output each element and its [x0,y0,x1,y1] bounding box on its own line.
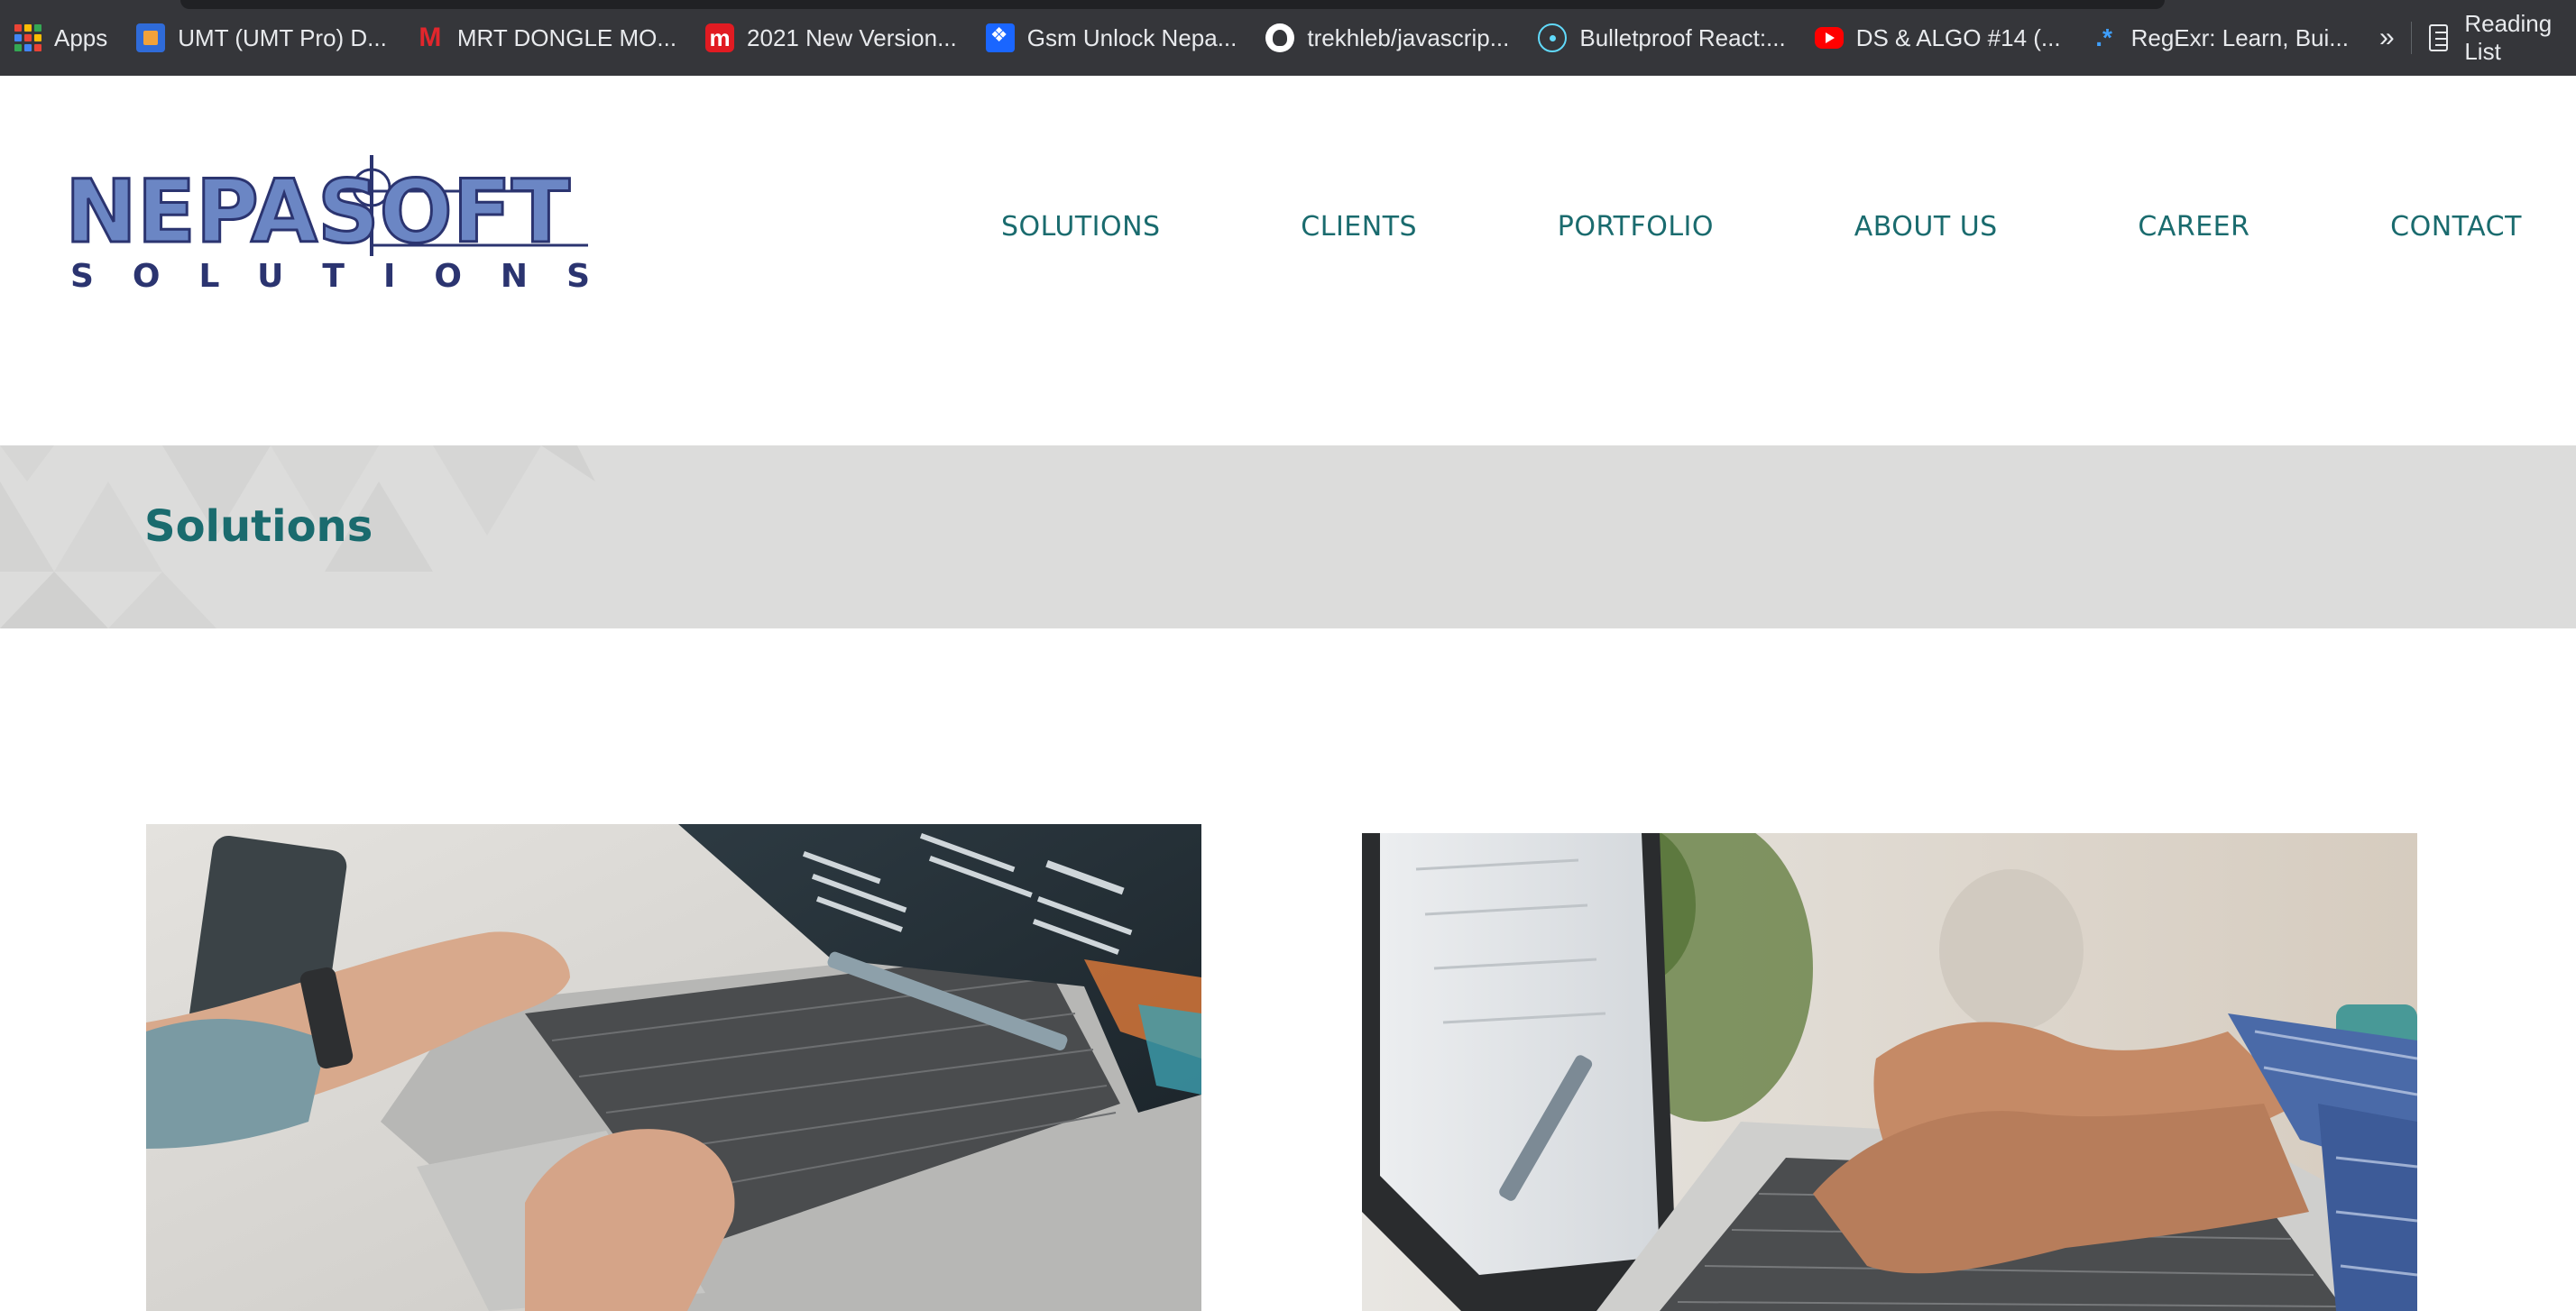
nav-solutions[interactable]: SOLUTIONS [1001,211,1161,243]
page-title: Solutions [144,501,373,552]
react-icon [1538,23,1568,52]
laptop-closeup-photo [1362,833,2417,1311]
site-header: NEPASOFT SOLUTIONS SOLUTIONS CLIENTS POR… [0,76,2576,445]
bookmark-label: Bulletproof React:... [1579,23,1786,51]
mrt-icon: M [419,23,442,52]
reading-list-label: Reading List [2464,10,2553,65]
bookmark-label: DS & ALGO #14 (... [1855,23,2061,51]
bookmark-label: MRT DONGLE MO... [456,23,677,51]
bookmark-label: RegExr: Learn, Bui... [2130,23,2349,51]
bookmark-mrt[interactable]: M MRT DONGLE MO... [401,0,691,76]
bookmark-label: Gsm Unlock Nepa... [1026,23,1237,51]
dropbox-icon [985,23,1015,52]
red-m-icon: m [705,23,735,52]
nav-contact[interactable]: CONTACT [2390,211,2522,243]
bookmark-label: trekhleb/javascrip... [1307,23,1510,51]
reading-list-icon [2429,24,2449,51]
nav-clients[interactable]: CLIENTS [1301,211,1417,243]
logo-wordmark: NEPASOFT [65,161,570,262]
bookmark-trekhleb[interactable]: trekhleb/javascrip... [1251,0,1523,76]
umt-icon [136,23,166,52]
main-nav: SOLUTIONS CLIENTS PORTFOLIO ABOUT US CAR… [1001,211,2522,243]
apps-grid-icon [14,24,41,51]
regexr-icon: .* [2095,23,2112,51]
address-bar-edge [180,0,2165,9]
nav-portfolio[interactable]: PORTFOLIO [1558,211,1714,243]
nav-about-us[interactable]: ABOUT US [1854,211,1998,243]
page-title-band: Solutions [0,445,2576,628]
bookmark-2021-version[interactable]: m 2021 New Version... [691,0,971,76]
nav-career[interactable]: CAREER [2138,211,2249,243]
nepasoft-logo-icon: NEPASOFT SOLUTIONS [64,155,590,295]
bookmark-bulletproof-react[interactable]: Bulletproof React:... [1523,0,1799,76]
bookmark-gsm-unlock[interactable]: Gsm Unlock Nepa... [971,0,1252,76]
bookmark-label: 2021 New Version... [747,23,957,51]
bookmark-ds-algo[interactable]: DS & ALGO #14 (... [1800,0,2075,76]
reading-list-button[interactable]: Reading List [2411,10,2576,66]
bookmark-umt[interactable]: UMT (UMT Pro) D... [122,0,401,76]
bookmark-apps[interactable]: Apps [0,0,122,76]
solution-image-laptop-closeup[interactable] [1362,833,2417,1311]
github-icon [1265,23,1295,52]
triangle-pattern [0,445,595,628]
laptop-photo [146,824,1201,1311]
bookmark-label: UMT (UMT Pro) D... [178,23,387,51]
bookmarks-bar: Apps UMT (UMT Pro) D... M MRT DONGLE MO.… [0,0,2576,76]
site-logo[interactable]: NEPASOFT SOLUTIONS [64,155,597,295]
youtube-icon [1814,27,1844,49]
more-bookmarks-button[interactable]: » [2363,23,2411,53]
bookmark-regexr[interactable]: .* RegExr: Learn, Bui... [2075,0,2363,76]
logo-subtext: SOLUTIONS [70,258,590,290]
bookmark-label: Apps [54,23,108,51]
solution-image-laptop-typing[interactable] [146,824,1201,1311]
